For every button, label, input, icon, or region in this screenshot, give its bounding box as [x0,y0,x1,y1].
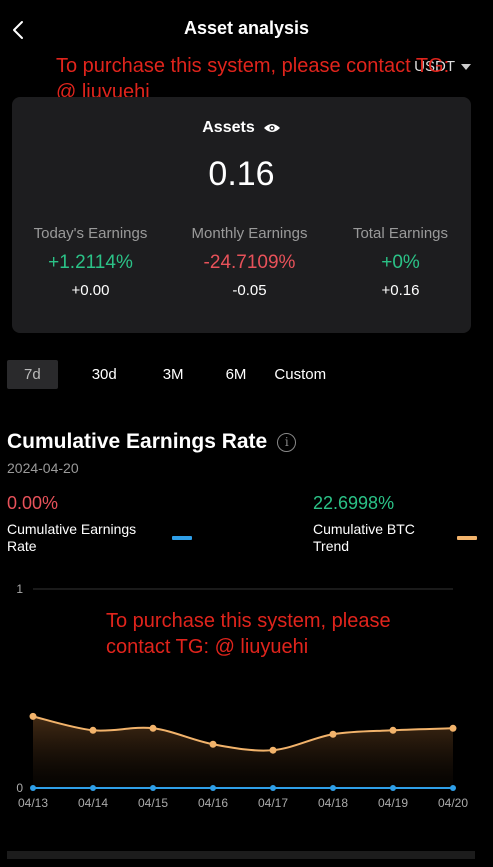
y-tick-label: 1 [16,582,23,596]
earnings-rate-label: Cumulative Earnings Rate [7,521,136,555]
x-tick-label: 04/13 [18,796,48,810]
metric-todays-earnings: Today's Earnings +1.2114% +0.00 [14,225,167,299]
earnings-data-point [30,785,36,791]
metric-label: Total Earnings [352,225,449,242]
earnings-data-point [330,785,336,791]
tab-6m[interactable]: 6M [202,360,265,389]
caret-down-icon [461,63,471,70]
btc-data-point [89,726,97,734]
metric-total-earnings: Total Earnings +0% +0.16 [324,225,477,299]
x-tick-label: 04/14 [78,796,108,810]
section-heading: Cumulative Earnings Rate i [7,430,297,454]
assets-label: Assets [202,119,255,136]
metric-label: Today's Earnings [33,225,148,242]
y-tick-label: 0 [16,781,23,795]
btc-data-point [149,724,157,732]
assets-card: Assets 0.16 Today's Earnings +1.2114% +0… [12,97,471,333]
section-title: Cumulative Earnings Rate [7,430,268,453]
metric-amount: +0.16 [381,282,420,299]
btc-data-point [329,730,337,738]
btc-data-point [29,712,37,720]
metric-amount: +0.00 [71,282,110,299]
info-icon[interactable]: i [277,432,297,452]
metric-percent: -24.7109% [203,252,296,273]
metric-amount: -0.05 [232,282,267,299]
btc-trend-label: Cumulative BTC Trend [313,521,415,555]
time-range-tabs: 7d 30d 3M 6M Custom [7,360,344,389]
section-date: 2024-04-20 [7,460,79,476]
tab-3m[interactable]: 3M [135,360,202,389]
metric-label: Monthly Earnings [191,225,308,242]
btc-trend-label-line1: Cumulative BTC [313,521,415,537]
earnings-data-point [390,785,396,791]
eye-icon[interactable] [263,122,281,134]
earnings-data-point [450,785,456,791]
btc-data-point [209,740,217,748]
bottom-scroll-bar [7,851,475,859]
tab-30d[interactable]: 30d [74,360,135,389]
assets-heading: Assets [12,119,471,137]
tab-7d[interactable]: 7d [7,360,58,389]
earnings-rate-label-line1: Cumulative Earnings [7,521,137,537]
watermark-chart-line1: To purchase this system, please [106,610,391,632]
x-tick-label: 04/18 [318,796,348,810]
earnings-legend-swatch [172,536,192,540]
x-tick-label: 04/16 [198,796,228,810]
metric-percent: +0% [381,252,420,273]
btc-trend-label-line2: Trend [313,538,350,554]
earnings-data-point [210,785,216,791]
earnings-rate-label-line2: Rate [7,538,37,554]
btc-data-point [449,724,457,732]
btc-trend-value: 22.6998% [313,493,395,513]
assets-value: 0.16 [208,155,275,193]
btc-legend-swatch [457,536,477,540]
x-tick-label: 04/17 [258,796,288,810]
earnings-rate-value: 0.00% [7,493,59,513]
btc-data-point [389,726,397,734]
metric-monthly-earnings: Monthly Earnings -24.7109% -0.05 [173,225,326,299]
page-title: Asset analysis [183,18,310,38]
watermark-chart-line2: contact TG: @ liuyuehi [106,636,309,658]
earnings-data-point [150,785,156,791]
earnings-data-point [270,785,276,791]
x-tick-label: 04/20 [438,796,468,810]
metric-percent: +1.2114% [48,252,133,273]
btc-data-point [269,746,277,754]
btc-area-fill [33,716,453,788]
watermark-chart: To purchase this system, please contact … [106,608,486,660]
x-tick-label: 04/19 [378,796,408,810]
earnings-data-point [90,785,96,791]
x-tick-label: 04/15 [138,796,168,810]
tab-custom[interactable]: Custom [264,360,344,389]
